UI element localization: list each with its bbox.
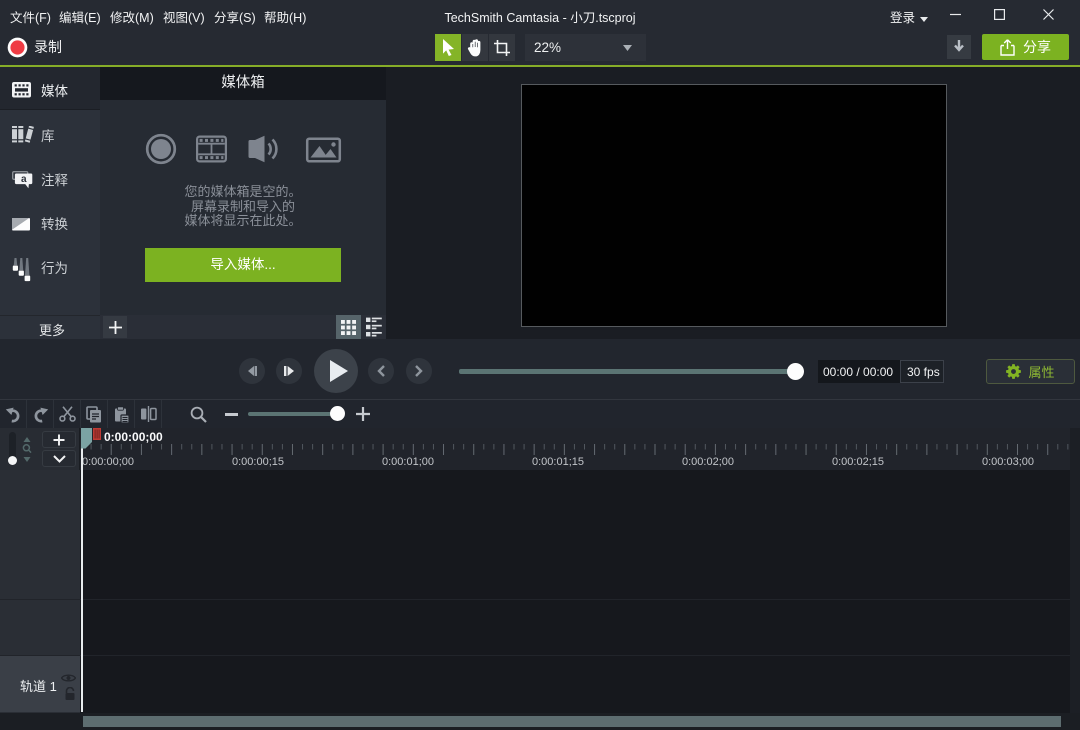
svg-text:a: a [21, 174, 27, 185]
